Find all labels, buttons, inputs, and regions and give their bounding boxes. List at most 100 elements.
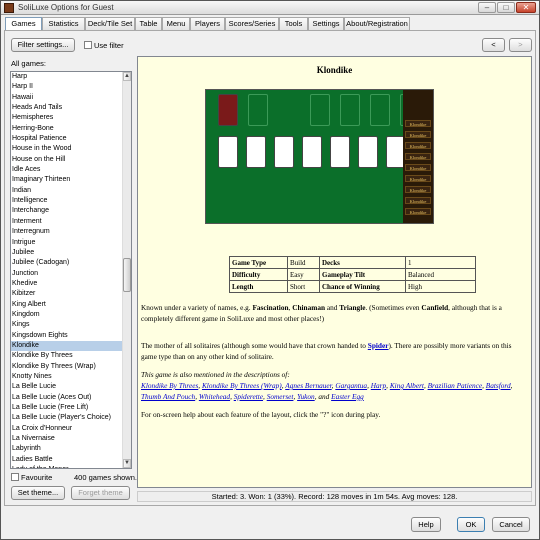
game-reference-link[interactable]: Gargantua: [335, 381, 367, 390]
minimize-icon[interactable]: –: [478, 2, 496, 13]
game-reference-link[interactable]: King Albert: [390, 381, 424, 390]
game-reference-link[interactable]: Agnes Bernauer: [285, 381, 331, 390]
tab-deck-tile-set[interactable]: Deck/Tile Set: [85, 17, 135, 30]
tab-players[interactable]: Players: [190, 17, 225, 30]
next-game-button[interactable]: >: [509, 38, 532, 52]
games-list-item[interactable]: La Belle Lucie (Aces Out): [11, 393, 131, 403]
games-list-item[interactable]: Intrigue: [11, 238, 131, 248]
game-reference-link[interactable]: Whitehead: [199, 392, 230, 401]
game-reference-link[interactable]: Yukon: [297, 392, 315, 401]
previous-game-button[interactable]: <: [482, 38, 505, 52]
games-list-item[interactable]: Kibitzer: [11, 289, 131, 299]
info-table-cell: High: [405, 280, 476, 293]
games-list-item[interactable]: La Nivernaise: [11, 434, 131, 444]
games-list-item[interactable]: Harp: [11, 72, 131, 82]
tab-statistics[interactable]: Statistics: [42, 17, 85, 30]
tableau-card: [246, 136, 266, 168]
games-list-item[interactable]: Kings: [11, 320, 131, 330]
games-list-item[interactable]: Knotty Nines: [11, 372, 131, 382]
info-table-cell: Build: [287, 256, 320, 269]
mentioned-in-paragraph: This game is also mentioned in the descr…: [141, 370, 513, 401]
scroll-down-icon[interactable]: ▼: [123, 459, 131, 468]
help-button[interactable]: Help: [411, 517, 441, 532]
games-list-item[interactable]: Ladies Battle: [11, 455, 131, 465]
info-table-cell: Length: [229, 280, 288, 293]
game-reference-link[interactable]: Thumb And Pouch: [141, 392, 195, 401]
games-list-item[interactable]: Khedive: [11, 279, 131, 289]
tab-games[interactable]: Games: [5, 17, 42, 31]
games-list-item[interactable]: Interregnum: [11, 227, 131, 237]
statistics-status-bar: Started: 3. Won: 1 (33%). Record: 128 mo…: [137, 491, 532, 502]
preview-menu-button: Klondike: [405, 197, 431, 204]
tab-scores-series[interactable]: Scores/Series: [225, 17, 279, 30]
games-list-item[interactable]: Klondike By Threes: [11, 351, 131, 361]
games-list-item[interactable]: Interchange: [11, 206, 131, 216]
games-list-item[interactable]: Intelligence: [11, 196, 131, 206]
games-list-item[interactable]: La Belle Lucie: [11, 382, 131, 392]
games-list-item[interactable]: Klondike By Threes (Wrap): [11, 362, 131, 372]
games-list-item[interactable]: House in the Wood: [11, 144, 131, 154]
games-list-item[interactable]: Harp II: [11, 82, 131, 92]
games-list-item[interactable]: Kingdom: [11, 310, 131, 320]
waste-slot: [248, 94, 268, 126]
info-table-row: Game Type Build Decks 1: [229, 256, 476, 269]
games-list-item[interactable]: Hemispheres: [11, 113, 131, 123]
game-reference-link[interactable]: Easter Egg: [331, 392, 364, 401]
game-reference-link[interactable]: Spiderette: [234, 392, 263, 401]
games-list-item[interactable]: Heads And Tails: [11, 103, 131, 113]
games-list-item[interactable]: Hawaii: [11, 93, 131, 103]
games-list-item[interactable]: La Belle Lucie (Player's Choice): [11, 413, 131, 423]
use-filter-checkbox[interactable]: [84, 41, 92, 49]
info-table-cell: Difficulty: [229, 268, 288, 281]
games-list-item[interactable]: Kingsdown Eights: [11, 331, 131, 341]
games-list-item[interactable]: Indian: [11, 186, 131, 196]
scroll-thumb[interactable]: [123, 258, 131, 292]
game-reference-link[interactable]: Klondike By Threes: [141, 381, 198, 390]
games-list-item[interactable]: Herring-Bone: [11, 124, 131, 134]
close-icon[interactable]: ✕: [516, 2, 536, 13]
game-info-table: Game Type Build Decks 1 Difficulty Easy Gamepl…: [229, 256, 476, 293]
title-bar[interactable]: SoliLuxe Options for Guest – □ ✕: [1, 1, 539, 15]
games-list-item[interactable]: La Belle Lucie (Free Lift): [11, 403, 131, 413]
tab-settings[interactable]: Settings: [308, 17, 344, 30]
games-list-item[interactable]: La Croix d'Honneur: [11, 424, 131, 434]
games-list-item[interactable]: House on the Hill: [11, 155, 131, 165]
games-list-item[interactable]: Hospital Patience: [11, 134, 131, 144]
tab-table[interactable]: Table: [135, 17, 162, 30]
games-list-item[interactable]: Imaginary Thirteen: [11, 175, 131, 185]
ok-button[interactable]: OK: [457, 517, 485, 532]
game-reference-link[interactable]: Brazilian Patience: [428, 381, 483, 390]
game-reference-link[interactable]: Klondike By Threes (Wrap): [202, 381, 282, 390]
forget-theme-button[interactable]: Forget theme: [71, 486, 130, 500]
game-reference-link[interactable]: Somerset: [267, 392, 294, 401]
games-list-item[interactable]: Interment: [11, 217, 131, 227]
scroll-up-icon[interactable]: ▲: [123, 72, 131, 81]
game-reference-link[interactable]: Batsford: [486, 381, 511, 390]
games-list-item[interactable]: Labyrinth: [11, 444, 131, 454]
tab-tools[interactable]: Tools: [279, 17, 308, 30]
game-reference-link[interactable]: Harp: [371, 381, 386, 390]
set-theme-button[interactable]: Set theme...: [11, 486, 65, 500]
game-description-pane: Klondike Klondike Klondike Klondike Klondik…: [137, 56, 532, 488]
info-table-cell: Decks: [319, 256, 406, 269]
stock-pile: [218, 94, 238, 126]
info-table-cell: Balanced: [405, 268, 476, 281]
maximize-icon[interactable]: □: [497, 2, 515, 13]
list-scrollbar[interactable]: ▲ ▼: [122, 72, 131, 468]
spider-link[interactable]: Spider: [368, 341, 389, 350]
games-list-item[interactable]: Jubilee: [11, 248, 131, 258]
tab-about-registration[interactable]: About/Registration: [344, 17, 410, 30]
games-list-item[interactable]: Lady of the Manor: [11, 465, 131, 468]
games-list[interactable]: Harp Harp II Hawaii Heads And Tails Hemisphe…: [10, 71, 132, 469]
games-list-item[interactable]: Jubilee (Cadogan): [11, 258, 131, 268]
favourite-checkbox[interactable]: [11, 473, 19, 481]
tab-menu[interactable]: Menu: [162, 17, 190, 30]
all-games-label: All games:: [11, 59, 47, 68]
cancel-button[interactable]: Cancel: [492, 517, 530, 532]
games-list-item[interactable]: Junction: [11, 269, 131, 279]
games-list-item[interactable]: Idle Aces: [11, 165, 131, 175]
games-list-item[interactable]: King Albert: [11, 300, 131, 310]
filter-settings-button[interactable]: Filter settings...: [11, 38, 75, 52]
games-list-item[interactable]: Klondike: [11, 340, 131, 352]
mentioned-and: and: [318, 392, 330, 401]
